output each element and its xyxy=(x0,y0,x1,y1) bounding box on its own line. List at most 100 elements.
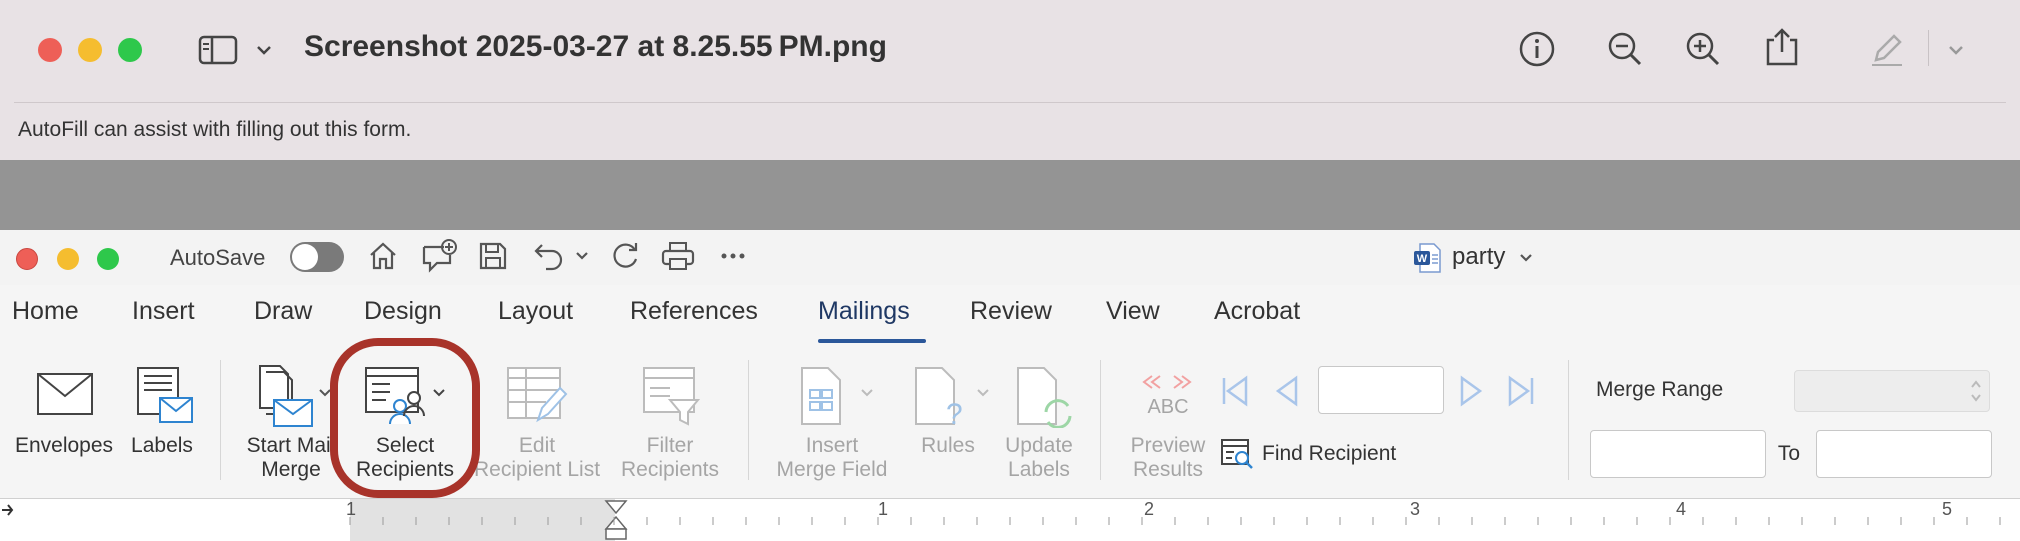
update-labels-icon[interactable] xyxy=(1016,366,1076,428)
stepper-icon xyxy=(1971,380,1981,402)
zoom-out-icon[interactable] xyxy=(1606,30,1644,68)
chevron-down-icon[interactable] xyxy=(1518,250,1534,266)
record-number-input[interactable] xyxy=(1318,366,1444,414)
edit-recipient-list-icon[interactable] xyxy=(506,366,568,428)
preview-results-label-line1[interactable]: Preview xyxy=(1120,434,1216,457)
document-name[interactable]: party xyxy=(1452,243,1505,271)
more-icon[interactable] xyxy=(716,239,750,273)
filter-recipients-label-line1[interactable]: Filter xyxy=(614,434,726,457)
rules-button[interactable]: Rules xyxy=(910,434,986,457)
insert-merge-field-label-line1[interactable]: Insert xyxy=(772,434,892,457)
svg-text:W: W xyxy=(1417,253,1428,265)
merge-range-to-label: To xyxy=(1777,442,1801,465)
word-titlebar: AutoSave W party xyxy=(0,230,2020,285)
info-icon[interactable] xyxy=(1518,30,1556,68)
tab-insert[interactable]: Insert xyxy=(132,297,195,326)
home-icon[interactable] xyxy=(366,239,400,273)
chevron-down-icon[interactable] xyxy=(574,248,590,264)
chevron-down-icon[interactable] xyxy=(976,386,990,400)
ruler-number: 1 xyxy=(878,499,889,519)
tab-layout[interactable]: Layout xyxy=(498,297,573,326)
toolbar-divider xyxy=(1928,30,1929,66)
svg-text:?: ? xyxy=(946,398,963,428)
find-recipient-icon[interactable] xyxy=(1220,438,1254,470)
tab-design[interactable]: Design xyxy=(364,297,442,326)
chevron-down-icon[interactable] xyxy=(860,386,874,400)
zoom-window-button[interactable] xyxy=(97,248,119,270)
next-record-icon[interactable] xyxy=(1458,374,1484,408)
minimize-window-button[interactable] xyxy=(57,248,79,270)
envelopes-button[interactable]: Envelopes xyxy=(10,434,118,457)
toggle-knob xyxy=(292,244,318,270)
merge-range-from-input[interactable] xyxy=(1590,430,1766,478)
update-labels-label-line2[interactable]: Labels xyxy=(994,458,1084,481)
envelope-icon[interactable] xyxy=(36,372,94,416)
ruler-number: 1 xyxy=(346,499,357,519)
markup-pen-icon[interactable] xyxy=(1868,30,1906,68)
autosave-label: AutoSave xyxy=(170,245,266,270)
active-tab-indicator xyxy=(818,339,926,343)
close-window-button[interactable] xyxy=(38,38,62,62)
preview-results-icon[interactable] xyxy=(1138,372,1198,396)
document-margin xyxy=(0,160,2020,230)
merge-range-label: Merge Range xyxy=(1596,378,1724,401)
ribbon-separator xyxy=(1100,360,1101,480)
highlight-annotation xyxy=(330,338,480,498)
divider xyxy=(14,102,2006,103)
tab-mailings[interactable]: Mailings xyxy=(818,297,910,326)
document-title: Screenshot 2025-03-27 at 8.25.55 PM.png xyxy=(304,30,887,63)
redo-icon[interactable] xyxy=(608,239,642,273)
tab-view[interactable]: View xyxy=(1106,297,1160,326)
first-record-icon[interactable] xyxy=(1220,374,1250,408)
update-labels-label-line1[interactable]: Update xyxy=(994,434,1084,457)
preview-results-label-line2[interactable]: Results xyxy=(1120,458,1216,481)
last-record-icon[interactable] xyxy=(1506,374,1536,408)
tab-draw[interactable]: Draw xyxy=(254,297,312,326)
close-window-button[interactable] xyxy=(16,248,38,270)
ruler-number: 4 xyxy=(1676,499,1687,519)
ribbon-separator xyxy=(1568,360,1569,480)
start-mail-merge-icon[interactable] xyxy=(254,364,316,428)
ribbon-separator xyxy=(220,360,221,480)
tab-references[interactable]: References xyxy=(630,297,758,326)
merge-range-to-input[interactable] xyxy=(1816,430,1992,478)
filter-recipients-icon[interactable] xyxy=(640,366,700,428)
abc-label: ABC xyxy=(1147,396,1189,418)
tab-acrobat[interactable]: Acrobat xyxy=(1214,297,1300,326)
print-icon[interactable] xyxy=(660,239,696,273)
chevron-down-icon[interactable] xyxy=(1946,40,1966,60)
ruler-number: 2 xyxy=(1144,499,1155,519)
minimize-window-button[interactable] xyxy=(78,38,102,62)
new-comment-icon[interactable] xyxy=(420,239,458,273)
start-mail-merge-label-line2[interactable]: Merge xyxy=(236,458,346,481)
sidebar-toggle-icon[interactable] xyxy=(198,34,238,66)
save-icon[interactable] xyxy=(476,239,510,273)
autosave-toggle[interactable] xyxy=(290,242,344,272)
ribbon-separator xyxy=(748,360,749,480)
tab-review[interactable]: Review xyxy=(970,297,1052,326)
labels-button[interactable]: Labels xyxy=(124,434,200,457)
rules-icon[interactable]: ? xyxy=(914,366,968,428)
zoom-in-icon[interactable] xyxy=(1684,30,1722,68)
word-document-icon: W xyxy=(1414,243,1441,273)
ruler-ticks xyxy=(349,517,2001,525)
horizontal-ruler: 1 1 2 3 4 5 xyxy=(0,498,2020,541)
undo-icon[interactable] xyxy=(532,239,566,273)
edit-recipient-list-label-line1[interactable]: Edit xyxy=(474,434,600,457)
find-recipient-button[interactable]: Find Recipient xyxy=(1262,442,1412,465)
labels-icon[interactable] xyxy=(134,366,194,426)
preview-toolbar: Screenshot 2025-03-27 at 8.25.55 PM.png … xyxy=(0,0,2020,160)
insert-merge-field-icon[interactable] xyxy=(800,366,844,428)
tab-home[interactable]: Home xyxy=(12,297,79,326)
insert-merge-field-label-line2[interactable]: Merge Field xyxy=(762,458,902,481)
share-icon[interactable] xyxy=(1764,26,1800,68)
ribbon-tabs: Home Insert Draw Design Layout Reference… xyxy=(0,285,2020,340)
filter-recipients-label-line2[interactable]: Recipients xyxy=(614,458,726,481)
zoom-window-button[interactable] xyxy=(118,38,142,62)
chevron-down-icon[interactable] xyxy=(254,40,274,60)
autofill-message: AutoFill can assist with filling out thi… xyxy=(18,118,412,141)
previous-record-icon[interactable] xyxy=(1274,374,1300,408)
edit-recipient-list-label-line2[interactable]: Recipient List xyxy=(470,458,604,481)
ruler-number: 3 xyxy=(1410,499,1421,519)
merge-range-select[interactable] xyxy=(1794,370,1990,412)
